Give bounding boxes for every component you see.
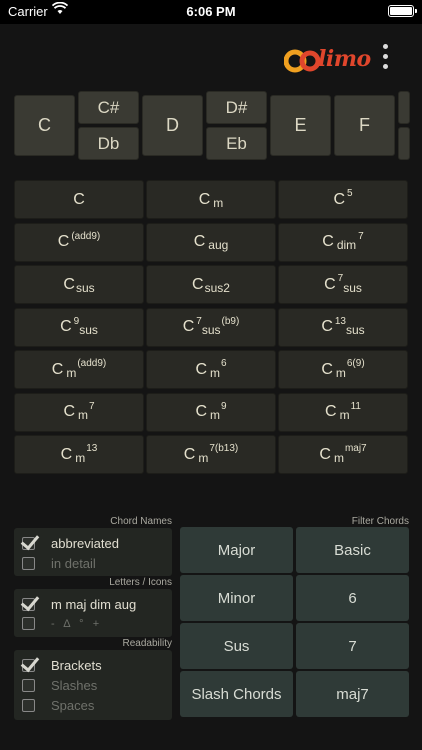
battery-icon — [388, 5, 417, 17]
key-d[interactable]: D — [142, 95, 203, 156]
filter-maj7-button[interactable]: maj7 — [296, 671, 409, 717]
clock: 6:06 PM — [186, 4, 236, 19]
filter-chords-label: Filter Chords — [351, 516, 409, 527]
chord-cm13[interactable]: Cm 13 — [14, 435, 144, 474]
chord-grid: C Cm C5 C (add9) Caug Cdim 7 Csus Csus2 C7… — [14, 180, 408, 476]
chord-caug[interactable]: Caug — [146, 222, 276, 262]
chord-cadd9[interactable]: C (add9) — [14, 222, 144, 262]
chord-c13sus[interactable]: C 13 sus — [278, 307, 408, 347]
key-e-flat[interactable]: Eb — [206, 127, 267, 160]
readability-label: Readability — [122, 638, 172, 649]
chord-c7sus-b9[interactable]: C 7 sus (b9) — [146, 307, 276, 347]
chord-cm9[interactable]: Cm9 — [146, 392, 276, 432]
chord-cm69[interactable]: Cm 6(9) — [278, 350, 408, 389]
option-abbreviated[interactable]: abbreviated — [22, 536, 119, 551]
option-slashes[interactable]: Slashes — [22, 678, 97, 693]
filter-sus-button[interactable]: Sus — [180, 623, 293, 669]
chord-csus2[interactable]: Csus2 — [146, 265, 276, 304]
chord-c[interactable]: C — [14, 180, 144, 219]
option-spaces[interactable]: Spaces — [22, 698, 94, 713]
filter-slash-chords-button[interactable]: Slash Chords — [180, 671, 293, 717]
filter-major-button[interactable]: Major — [180, 527, 293, 573]
filter-7-button[interactable]: 7 — [296, 623, 409, 669]
checkbox-spaces[interactable] — [22, 699, 35, 712]
key-e[interactable]: E — [270, 95, 331, 156]
readability-panel: Brackets Slashes Spaces — [14, 650, 172, 720]
letters-icons-panel: m maj dim aug - Δ ° + — [14, 589, 172, 637]
key-f[interactable]: F — [334, 95, 395, 156]
filter-minor-button[interactable]: Minor — [180, 575, 293, 621]
filter-6-button[interactable]: 6 — [296, 575, 409, 621]
chord-c9sus[interactable]: C 9 sus — [14, 307, 144, 347]
chord-names-panel: abbreviated in detail — [14, 528, 172, 576]
key-c-sharp[interactable]: C# — [78, 91, 139, 124]
checkbox-slashes[interactable] — [22, 679, 35, 692]
chord-csus[interactable]: Csus — [14, 265, 144, 304]
key-f-sharp-partial[interactable] — [398, 91, 410, 124]
key-g-flat-partial[interactable] — [398, 127, 410, 160]
option-in-detail[interactable]: in detail — [22, 556, 96, 571]
chord-cm[interactable]: Cm — [146, 180, 276, 219]
key-d-sharp[interactable]: D# — [206, 91, 267, 124]
app-screen: limo C C# Db D D# Eb E F C Cm C5 C (add9)… — [0, 24, 422, 750]
chord-c7sus[interactable]: C 7 sus — [278, 265, 408, 304]
option-letters[interactable]: m maj dim aug — [22, 597, 136, 612]
more-menu-icon[interactable] — [378, 44, 392, 72]
chord-c5[interactable]: C5 — [278, 180, 408, 219]
chord-cm-maj7[interactable]: Cm maj7 — [278, 435, 408, 474]
key-c[interactable]: C — [14, 95, 75, 156]
chord-cdim7[interactable]: Cdim 7 — [278, 222, 408, 262]
chord-names-label: Chord Names — [110, 516, 172, 527]
key-d-flat[interactable]: Db — [78, 127, 139, 160]
letters-icons-label: Letters / Icons — [109, 577, 172, 588]
checkbox-in-detail[interactable] — [22, 557, 35, 570]
chord-cm6[interactable]: Cm6 — [146, 350, 276, 389]
status-bar: Carrier 6:06 PM — [0, 0, 422, 24]
chord-cm-add9[interactable]: Cm (add9) — [14, 350, 144, 389]
checkbox-abbreviated[interactable] — [22, 537, 35, 550]
chord-cm11[interactable]: Cm 11 — [278, 392, 408, 432]
option-brackets[interactable]: Brackets — [22, 658, 102, 673]
filter-basic-button[interactable]: Basic — [296, 527, 409, 573]
chord-cm7[interactable]: Cm7 — [14, 392, 144, 432]
checkbox-letters[interactable] — [22, 598, 35, 611]
logo-wordmark: limo — [318, 46, 371, 72]
checkbox-icons[interactable] — [22, 617, 35, 630]
chord-cm7-b13[interactable]: Cm 7(b13) — [146, 435, 276, 474]
oolimo-logo: limo — [284, 44, 371, 78]
option-icons[interactable]: - Δ ° + — [22, 617, 99, 630]
checkbox-brackets[interactable] — [22, 659, 35, 672]
